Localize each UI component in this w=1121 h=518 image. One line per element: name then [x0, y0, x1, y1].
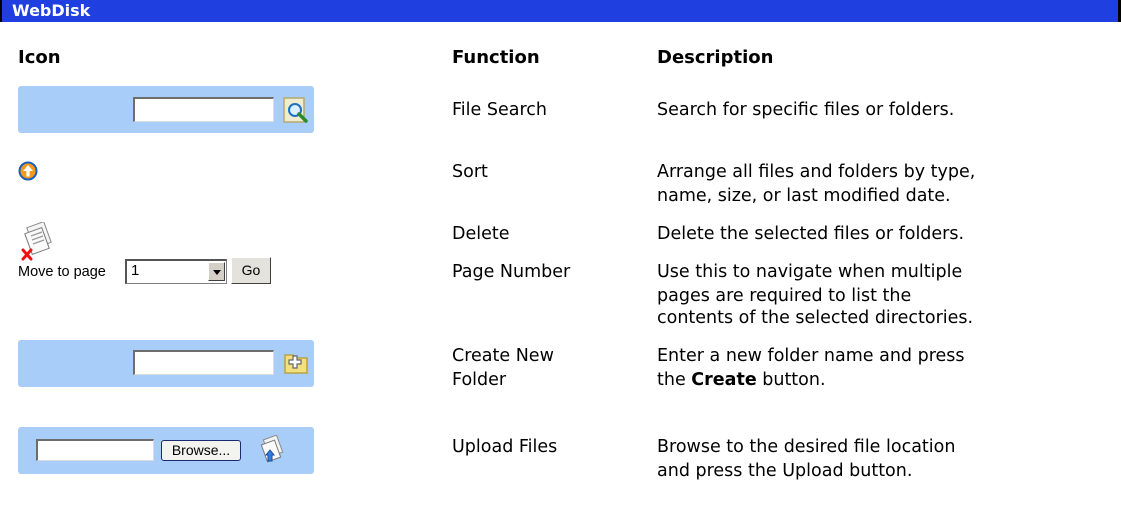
description-upload-files-line2: and press the Upload button. [657, 461, 913, 481]
function-create-folder-line2: Folder [452, 370, 507, 390]
folder-name-input[interactable] [133, 350, 274, 375]
description-page-number-line1: Use this to navigate when multiple [657, 262, 963, 282]
chevron-down-icon[interactable] [208, 262, 225, 281]
upload-toolbar: Browse... [18, 427, 314, 474]
description-text: button. [756, 370, 826, 390]
search-toolbar [18, 86, 314, 133]
icon-column-header: Icon [18, 47, 61, 68]
upload-files-icon[interactable] [258, 435, 286, 465]
delete-files-icon[interactable] [20, 222, 52, 262]
description-create-folder-line1: Enter a new folder name and press [657, 346, 965, 366]
page-select[interactable]: 1 [125, 259, 227, 284]
function-delete: Delete [452, 224, 510, 244]
move-to-page-label: Move to page [18, 264, 106, 280]
description-create-folder-line2: the Create button. [657, 368, 826, 392]
sort-up-arrow-icon[interactable] [18, 161, 38, 181]
description-file-search: Search for specific files or folders. [657, 100, 955, 120]
create-folder-toolbar [18, 340, 314, 387]
browse-button[interactable]: Browse... [161, 440, 241, 461]
create-keyword: Create [691, 370, 757, 390]
function-create-folder-line1: Create New [452, 346, 554, 366]
function-file-search: File Search [452, 100, 547, 120]
function-page-number: Page Number [452, 262, 571, 282]
description-page-number-line2: pages are required to list the [657, 286, 912, 306]
function-sort: Sort [452, 162, 488, 182]
section-title: WebDisk [12, 1, 91, 20]
description-page-number-line3: contents of the selected directories. [657, 308, 974, 328]
upload-file-input[interactable] [36, 439, 154, 461]
section-title-bar: WebDisk [0, 0, 1121, 22]
description-text: the [657, 370, 692, 390]
description-delete: Delete the selected files or folders. [657, 224, 965, 244]
function-column-header: Function [452, 47, 540, 68]
function-upload-files: Upload Files [452, 437, 558, 457]
description-upload-files-line1: Browse to the desired file location [657, 437, 956, 457]
search-input[interactable] [133, 97, 274, 122]
page-select-value: 1 [131, 262, 140, 279]
description-sort-line2: name, size, or last modified date. [657, 186, 951, 206]
file-search-icon[interactable] [280, 95, 312, 125]
new-folder-icon[interactable] [281, 349, 311, 377]
go-button[interactable]: Go [231, 257, 271, 284]
description-column-header: Description [657, 47, 774, 68]
description-sort-line1: Arrange all files and folders by type, [657, 162, 976, 182]
